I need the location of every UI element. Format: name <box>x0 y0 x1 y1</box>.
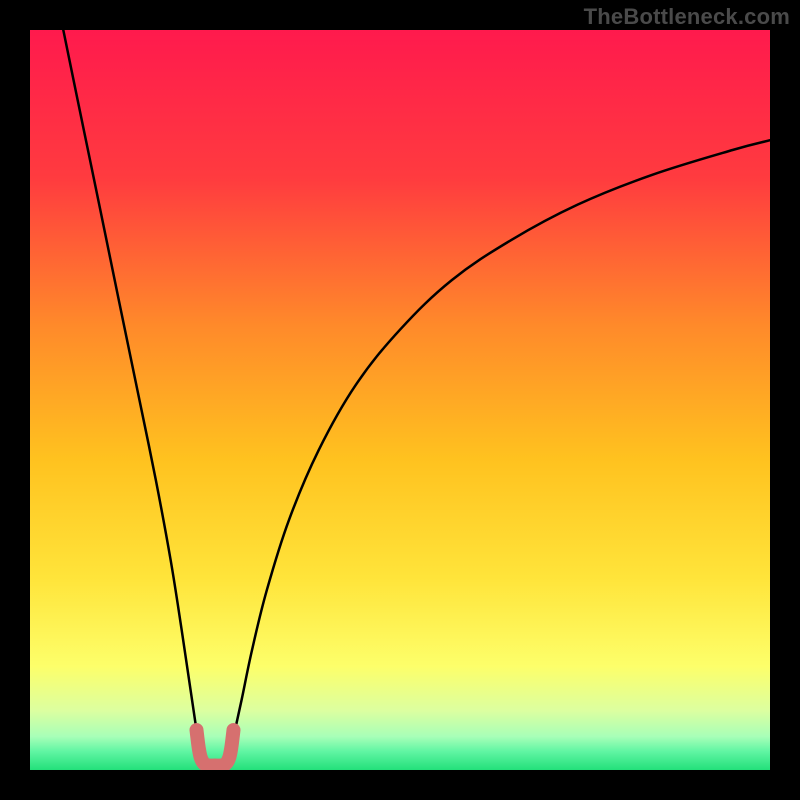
bottleneck-curve-left <box>63 30 200 753</box>
watermark-text: TheBottleneck.com <box>584 4 790 30</box>
optimal-zone-marker <box>197 730 234 766</box>
chart-frame: TheBottleneck.com <box>0 0 800 800</box>
curves-layer <box>30 30 770 770</box>
bottleneck-curve-right <box>230 140 770 753</box>
plot-area <box>30 30 770 770</box>
